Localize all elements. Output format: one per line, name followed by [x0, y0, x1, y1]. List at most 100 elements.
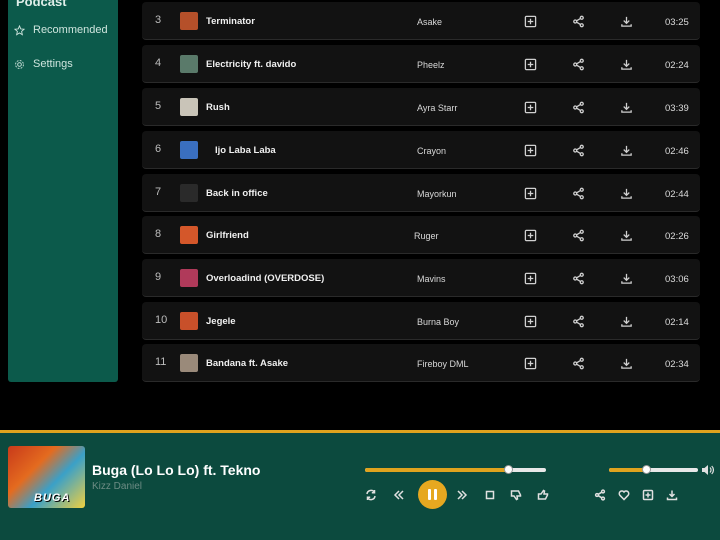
- add-to-playlist-icon[interactable]: [523, 57, 537, 71]
- track-row[interactable]: 10 Jegele Burna Boy 02:14: [142, 302, 700, 340]
- share-icon[interactable]: [571, 14, 585, 28]
- track-row[interactable]: 5 Rush Ayra Starr 03:39: [142, 88, 700, 126]
- share-icon[interactable]: [571, 228, 585, 242]
- next-button[interactable]: [455, 488, 469, 502]
- dislike-button[interactable]: [509, 488, 523, 502]
- download-icon[interactable]: [619, 57, 633, 71]
- download-icon[interactable]: [619, 314, 633, 328]
- track-title: Bandana ft. Asake: [206, 358, 289, 369]
- thumbs-down-icon: [510, 490, 522, 501]
- download-icon[interactable]: [619, 143, 633, 157]
- track-number: 9: [155, 271, 162, 283]
- track-row[interactable]: 11 Bandana ft. Asake Fireboy DML 02:34: [142, 344, 700, 382]
- download-button[interactable]: [665, 488, 679, 502]
- player-bar: BUGA Buga (Lo Lo Lo) ft. Tekno Kizz Dani…: [0, 430, 720, 540]
- track-title: Back in office: [206, 188, 268, 199]
- previous-button[interactable]: [392, 488, 406, 502]
- track-artist: Asake: [417, 17, 443, 27]
- thumbs-up-icon: [537, 489, 549, 500]
- add-to-playlist-icon[interactable]: [523, 100, 537, 114]
- track-row[interactable]: 8 Girlfriend Ruger 02:26: [142, 216, 700, 254]
- download-icon[interactable]: [619, 228, 633, 242]
- track-title: Overloadind (OVERDOSE): [206, 273, 325, 284]
- now-playing-artist: Kizz Daniel: [92, 481, 143, 492]
- repeat-button[interactable]: [364, 488, 378, 502]
- share-icon[interactable]: [571, 57, 585, 71]
- add-to-playlist-icon[interactable]: [523, 14, 537, 28]
- repeat-icon: [366, 489, 376, 501]
- track-artist: Fireboy DML: [417, 359, 469, 369]
- track-title: Jegele: [206, 316, 236, 327]
- volume-slider[interactable]: [609, 465, 698, 474]
- add-to-playlist-icon[interactable]: [523, 143, 537, 157]
- track-number: 7: [155, 186, 162, 198]
- progress-slider[interactable]: [365, 465, 546, 474]
- track-thumbnail: [180, 98, 198, 116]
- track-number: 4: [155, 57, 162, 69]
- download-icon[interactable]: [619, 271, 633, 285]
- share-icon[interactable]: [571, 186, 585, 200]
- track-artist: Crayon: [417, 146, 447, 156]
- add-to-playlist-icon[interactable]: [523, 356, 537, 370]
- add-to-playlist-icon[interactable]: [523, 228, 537, 242]
- volume-icon[interactable]: [700, 463, 714, 477]
- download-icon: [666, 490, 678, 501]
- track-thumbnail: [180, 269, 198, 287]
- share-icon[interactable]: [571, 314, 585, 328]
- add-to-playlist-icon[interactable]: [523, 314, 537, 328]
- add-to-playlist-icon[interactable]: [523, 271, 537, 285]
- track-thumbnail: [180, 312, 198, 330]
- track-duration: 03:06: [665, 274, 689, 285]
- track-number: 3: [155, 14, 162, 26]
- progress-fill: [365, 468, 508, 472]
- favorite-button[interactable]: [617, 488, 631, 502]
- track-artist: Mayorkun: [417, 189, 457, 199]
- download-icon[interactable]: [619, 14, 633, 28]
- progress-handle[interactable]: [503, 465, 513, 474]
- add-to-playlist-icon[interactable]: [523, 186, 537, 200]
- share-icon[interactable]: [571, 143, 585, 157]
- stop-button[interactable]: [483, 488, 497, 502]
- volume-fill: [609, 468, 647, 472]
- pause-icon: [428, 489, 431, 500]
- album-cover: BUGA: [8, 446, 85, 508]
- share-icon[interactable]: [571, 100, 585, 114]
- fast-forward-icon: [457, 490, 468, 500]
- track-duration: 03:39: [665, 103, 689, 114]
- track-title: Ijo Laba Laba: [215, 145, 276, 156]
- track-artist: Mavins: [417, 274, 446, 284]
- track-row[interactable]: 9 Overloadind (OVERDOSE) Mavins 03:06: [142, 259, 700, 297]
- track-row[interactable]: 3 Terminator Asake 03:25: [142, 2, 700, 40]
- track-thumbnail: [180, 55, 198, 73]
- share-icon: [594, 489, 606, 501]
- add-icon: [642, 489, 654, 501]
- download-icon[interactable]: [619, 100, 633, 114]
- add-to-playlist-button[interactable]: [641, 488, 655, 502]
- sidebar-item-label: Settings: [33, 58, 73, 70]
- download-icon[interactable]: [619, 356, 633, 370]
- track-row[interactable]: 6 Ijo Laba Laba Crayon 02:46: [142, 131, 700, 169]
- track-number: 5: [155, 100, 162, 112]
- stop-icon: [485, 490, 495, 500]
- share-icon[interactable]: [571, 271, 585, 285]
- track-duration: 02:14: [665, 317, 689, 328]
- track-duration: 02:26: [665, 231, 689, 242]
- share-icon[interactable]: [571, 356, 585, 370]
- track-title: Terminator: [206, 16, 255, 27]
- track-title: Rush: [206, 102, 230, 113]
- track-thumbnail: [180, 141, 198, 159]
- now-playing-title: Buga (Lo Lo Lo) ft. Tekno: [92, 462, 261, 478]
- track-row[interactable]: 7 Back in office Mayorkun 02:44: [142, 174, 700, 212]
- track-duration: 02:34: [665, 359, 689, 370]
- sidebar: Podcast Recommended Settings: [8, 0, 118, 382]
- download-icon[interactable]: [619, 186, 633, 200]
- pause-button[interactable]: [418, 480, 447, 509]
- cover-text: BUGA: [34, 492, 71, 504]
- track-row[interactable]: 4 Electricity ft. davido Pheelz 02:24: [142, 45, 700, 83]
- sidebar-item-recommended[interactable]: Recommended: [14, 24, 108, 36]
- share-button[interactable]: [593, 488, 607, 502]
- volume-handle[interactable]: [642, 465, 652, 474]
- track-thumbnail: [180, 354, 198, 372]
- sidebar-item-settings[interactable]: Settings: [14, 58, 73, 70]
- like-button[interactable]: [536, 488, 550, 502]
